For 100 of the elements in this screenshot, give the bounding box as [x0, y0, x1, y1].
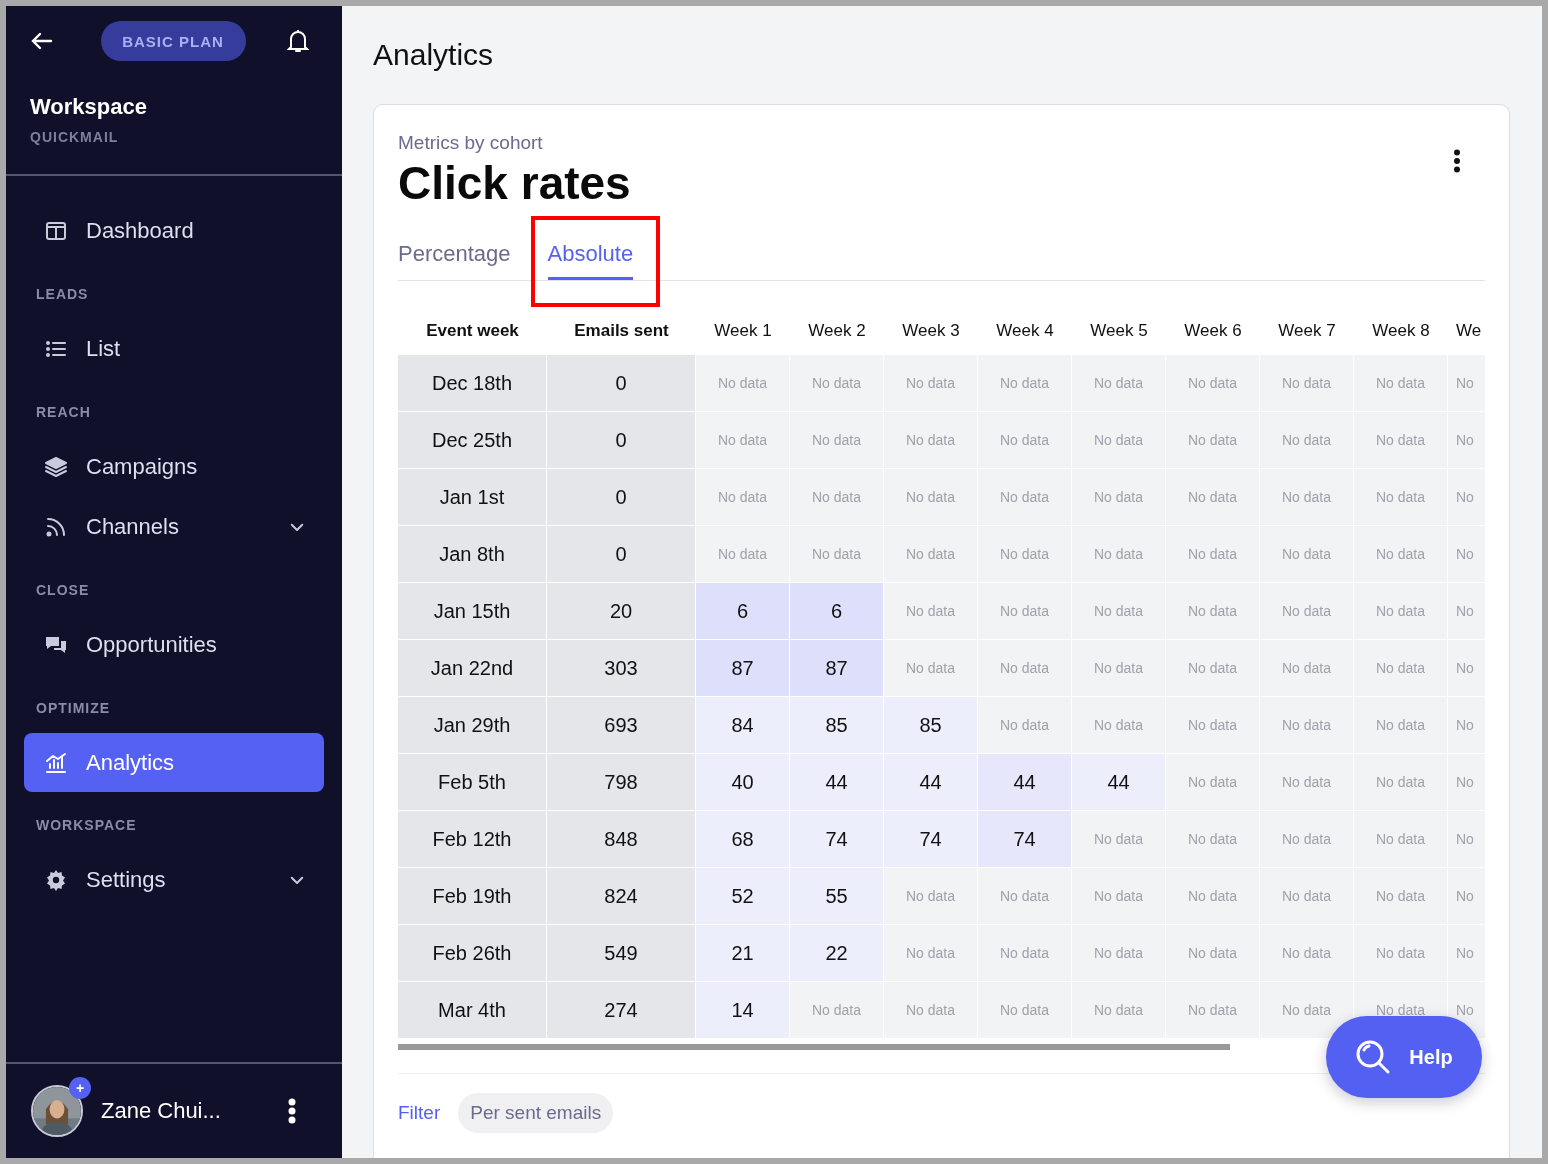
table-cell: No data — [1260, 811, 1354, 868]
filter-link[interactable]: Filter — [398, 1102, 441, 1124]
nav-item[interactable]: Analytics — [24, 733, 324, 792]
column-header: Emails sent — [573, 319, 670, 342]
user-name[interactable]: Zane Chui... — [101, 1098, 270, 1124]
table-cell: Feb 26th — [398, 925, 547, 982]
table-cell: 87 — [696, 640, 790, 697]
table-cell: No data — [1354, 355, 1448, 412]
table-cell: No data — [1166, 640, 1260, 697]
table-cell: No — [1448, 640, 1485, 697]
table-cell: No data — [790, 412, 884, 469]
table-cell: No data — [1166, 697, 1260, 754]
plan-badge[interactable]: BASIC PLAN — [100, 21, 246, 61]
table-cell: No data — [1166, 469, 1260, 526]
section-label: LEADS — [36, 286, 89, 303]
add-badge[interactable]: + — [69, 1077, 91, 1099]
table-cell: Dec 18th — [398, 355, 547, 412]
table-cell: 798 — [547, 754, 696, 811]
bell-icon[interactable] — [286, 28, 310, 54]
table-cell: No data — [978, 412, 1072, 469]
table-cell: No — [1448, 697, 1485, 754]
table-cell: No data — [884, 355, 978, 412]
column-header: Week 8 — [1371, 319, 1431, 342]
table-cell: No data — [1260, 526, 1354, 583]
table-cell: 21 — [696, 925, 790, 982]
more-icon[interactable] — [1453, 149, 1461, 173]
column-header: Week 5 — [1089, 319, 1149, 342]
table-cell: No data — [884, 868, 978, 925]
table-cell: 549 — [547, 925, 696, 982]
layout-icon — [44, 219, 68, 243]
table-cell: No data — [1166, 925, 1260, 982]
nav-item[interactable]: Dashboard — [24, 201, 324, 261]
nav-item[interactable]: List — [24, 319, 324, 379]
table-cell: No data — [1260, 412, 1354, 469]
table-cell: No data — [1354, 697, 1448, 754]
table-cell: Feb 19th — [398, 868, 547, 925]
table-cell: Feb 12th — [398, 811, 547, 868]
rss-icon — [44, 515, 68, 539]
table-cell: No data — [1072, 811, 1166, 868]
card-subtitle: Metrics by cohort — [398, 131, 544, 155]
nav-item[interactable]: Settings — [24, 850, 324, 910]
table-cell: 14 — [696, 982, 790, 1039]
table-cell: Jan 8th — [398, 526, 547, 583]
table-cell: No data — [696, 355, 790, 412]
back-arrow-icon[interactable] — [30, 31, 54, 51]
gear-icon — [44, 868, 68, 892]
table-cell: No data — [884, 526, 978, 583]
nav-item[interactable]: Opportunities — [24, 615, 324, 675]
tab[interactable]: Absolute — [547, 241, 634, 280]
table-cell: No data — [1166, 811, 1260, 868]
table-cell: 87 — [790, 640, 884, 697]
table-cell: No data — [1354, 583, 1448, 640]
section-label: WORKSPACE — [36, 817, 137, 834]
table-cell: 74 — [978, 811, 1072, 868]
table-cell: No data — [1072, 868, 1166, 925]
table-cell: No data — [1072, 982, 1166, 1039]
table-cell: Jan 1st — [398, 469, 547, 526]
table-cell: No data — [978, 469, 1072, 526]
table-cell: 0 — [547, 526, 696, 583]
table-cell: Feb 5th — [398, 754, 547, 811]
table-cell: No data — [1260, 697, 1354, 754]
column-header: Week 6 — [1183, 319, 1243, 342]
tab[interactable]: Percentage — [398, 241, 511, 280]
section-label: REACH — [36, 404, 91, 421]
table-cell: No data — [1166, 868, 1260, 925]
nav-item[interactable]: Campaigns — [24, 437, 324, 497]
table-cell: No data — [978, 355, 1072, 412]
table-cell: No data — [1354, 925, 1448, 982]
table-cell: No data — [1166, 583, 1260, 640]
filter-chip[interactable]: Per sent emails — [458, 1093, 614, 1133]
more-icon[interactable] — [288, 1098, 296, 1124]
table-cell: 84 — [696, 697, 790, 754]
help-button[interactable]: Help — [1326, 1016, 1482, 1098]
table-cell: No data — [1354, 640, 1448, 697]
layers-icon — [44, 455, 68, 479]
table-cell: No data — [978, 868, 1072, 925]
table-cell: 68 — [696, 811, 790, 868]
table-cell: 824 — [547, 868, 696, 925]
table-cell: No data — [696, 412, 790, 469]
table-cell: 44 — [884, 754, 978, 811]
table-cell: Jan 15th — [398, 583, 547, 640]
table-cell: No data — [696, 526, 790, 583]
table-cell: 55 — [790, 868, 884, 925]
table-cell: 44 — [790, 754, 884, 811]
table-cell: 52 — [696, 868, 790, 925]
table-cell: No data — [1072, 583, 1166, 640]
nav-item[interactable]: Channels — [24, 497, 324, 557]
table-cell: No data — [978, 697, 1072, 754]
table-cell: 22 — [790, 925, 884, 982]
table-cell: 0 — [547, 355, 696, 412]
table-cell: 44 — [1072, 754, 1166, 811]
table-cell: 848 — [547, 811, 696, 868]
column-header: Week 2 — [807, 319, 867, 342]
table-cell: No — [1448, 754, 1485, 811]
scrollbar[interactable] — [398, 1044, 1230, 1050]
table-cell: No data — [1354, 526, 1448, 583]
column-header: We — [1455, 319, 1483, 342]
table-cell: No data — [1166, 526, 1260, 583]
table-cell: Dec 25th — [398, 412, 547, 469]
table-cell: 693 — [547, 697, 696, 754]
